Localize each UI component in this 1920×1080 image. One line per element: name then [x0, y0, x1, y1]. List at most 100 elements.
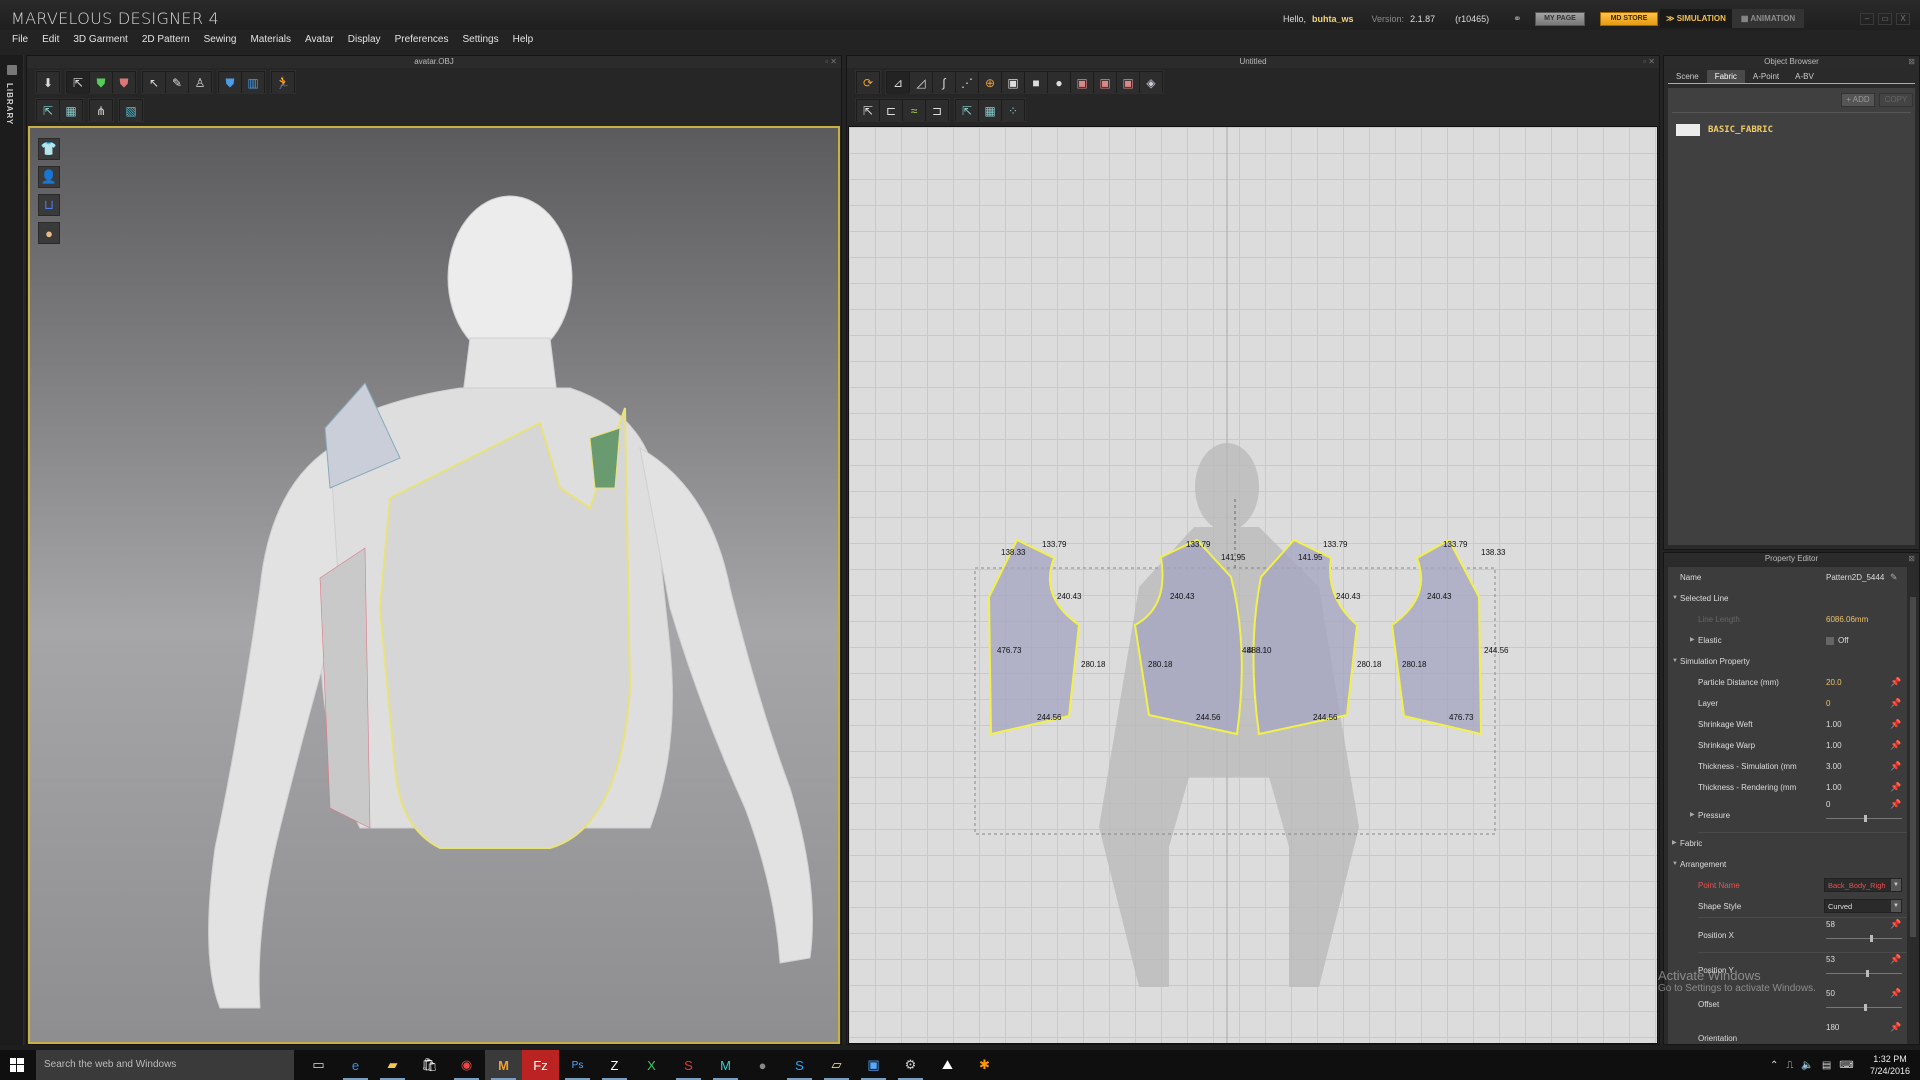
- edge-icon[interactable]: e: [337, 1050, 374, 1080]
- shape-style-dropdown[interactable]: Curved ▼: [1824, 899, 1902, 913]
- pin-icon[interactable]: 📌: [1890, 794, 1901, 815]
- edit-curve-point-icon[interactable]: ⋰: [956, 72, 978, 94]
- taskbar-search-input[interactable]: Search the web and Windows: [36, 1050, 294, 1080]
- rectangle-icon[interactable]: ■: [1025, 72, 1047, 94]
- tab-fabric[interactable]: Fabric: [1706, 70, 1745, 83]
- section-fabric[interactable]: ▶ Fabric: [1668, 833, 1907, 854]
- md-store-button[interactable]: MD STORE: [1600, 12, 1658, 26]
- skype-icon[interactable]: S: [781, 1050, 818, 1080]
- media-icon[interactable]: ●: [744, 1050, 781, 1080]
- task-view-icon[interactable]: ▭: [300, 1050, 337, 1080]
- menu-3d-garment[interactable]: 3D Garment: [66, 31, 134, 49]
- substance-icon[interactable]: S: [670, 1050, 707, 1080]
- pattern-name-value[interactable]: Pattern2D_5444: [1826, 567, 1884, 588]
- run-avatar-icon[interactable]: 🏃: [272, 72, 294, 94]
- edit-sewing-icon[interactable]: ⇱: [857, 100, 879, 122]
- menu-materials[interactable]: Materials: [243, 31, 298, 49]
- pin-icon[interactable]: 📌: [1890, 914, 1901, 935]
- filezilla-icon[interactable]: Fz: [522, 1050, 559, 1080]
- section-arrangement[interactable]: ▼ Arrangement: [1668, 854, 1907, 875]
- section-simulation-property[interactable]: ▼ Simulation Property: [1668, 651, 1907, 672]
- excel-icon[interactable]: X: [633, 1050, 670, 1080]
- particle-distance-input[interactable]: 20.0: [1826, 672, 1842, 693]
- slider-handle[interactable]: [1866, 970, 1870, 977]
- mesh-grid-icon[interactable]: ▦: [60, 100, 82, 122]
- pin-select-icon[interactable]: ↖: [143, 72, 165, 94]
- fold-arrangement-icon[interactable]: ⋔: [90, 100, 112, 122]
- panel-close-icon[interactable]: ▫ ✕: [825, 56, 837, 68]
- dart-icon[interactable]: ◈: [1140, 72, 1162, 94]
- position-y-slider[interactable]: [1826, 970, 1902, 977]
- pin-icon[interactable]: 📌: [1890, 1017, 1901, 1038]
- close-button[interactable]: X: [1896, 13, 1910, 25]
- garment-icon[interactable]: 👕: [38, 138, 60, 160]
- 2d-pattern-viewport[interactable]: 138.33 133.79 240.43 476.73 280.18 244.56 133.…: [848, 126, 1658, 1044]
- menu-edit[interactable]: Edit: [35, 31, 66, 49]
- remove-garment-icon[interactable]: ⛊: [113, 72, 135, 94]
- pressure-slider[interactable]: [1826, 815, 1902, 822]
- fabric-list-item[interactable]: BASIC_FABRIC: [1676, 124, 1773, 136]
- scrollbar-thumb[interactable]: [1910, 597, 1916, 937]
- username[interactable]: buhta_ws: [1312, 14, 1354, 24]
- edit-icon[interactable]: ✎: [1890, 567, 1898, 588]
- shrinkage-warp-input[interactable]: 1.00: [1826, 735, 1842, 756]
- pin-icon[interactable]: 📌: [1890, 735, 1901, 756]
- menu-file[interactable]: File: [0, 31, 35, 49]
- shrinkage-weft-input[interactable]: 1.00: [1826, 714, 1842, 735]
- panel-close-icon[interactable]: ⊠: [1908, 553, 1915, 565]
- tab-animation[interactable]: ▦ ANIMATION: [1732, 9, 1804, 28]
- pin-icon[interactable]: 📌: [1890, 983, 1901, 1004]
- pattern-outline[interactable]: [987, 538, 1081, 736]
- network-icon[interactable]: ⚙: [892, 1050, 929, 1080]
- property-scrollbar[interactable]: [1908, 567, 1918, 1044]
- copy-fabric-button[interactable]: COPY: [1879, 93, 1913, 107]
- zbrush-icon[interactable]: Z: [596, 1050, 633, 1080]
- head-icon[interactable]: ●: [38, 222, 60, 244]
- layer-input[interactable]: 0: [1826, 693, 1830, 714]
- chevron-up-icon[interactable]: ⌃: [1770, 1060, 1778, 1071]
- thickness-sim-input[interactable]: 3.00: [1826, 756, 1842, 777]
- tab-a-point[interactable]: A-Point: [1744, 70, 1788, 83]
- offset-slider[interactable]: [1826, 1004, 1902, 1011]
- section-selected-line[interactable]: ▼ Selected Line: [1668, 588, 1907, 609]
- expand-icon[interactable]: ▶: [1690, 630, 1695, 651]
- file-explorer-icon[interactable]: ▰: [374, 1050, 411, 1080]
- chrome-icon[interactable]: ◉: [448, 1050, 485, 1080]
- edit-texture-icon[interactable]: ▧: [120, 100, 142, 122]
- panel-close-icon[interactable]: ⊠: [1908, 56, 1915, 68]
- image-icon[interactable]: ⛰: [929, 1050, 966, 1080]
- library-toggle[interactable]: LIBRARY: [0, 55, 24, 1045]
- menu-2d-pattern[interactable]: 2D Pattern: [135, 31, 197, 49]
- tack-arrangement-icon[interactable]: ▥: [242, 72, 264, 94]
- avatar-pin-icon[interactable]: ♙: [189, 72, 211, 94]
- pin-garment-icon[interactable]: ✎: [166, 72, 188, 94]
- internal-polygon-icon[interactable]: ▣: [1071, 72, 1093, 94]
- maya-icon[interactable]: M: [707, 1050, 744, 1080]
- pin-icon[interactable]: 📌: [1890, 949, 1901, 970]
- edit-texture-2d-icon[interactable]: ⇱: [956, 100, 978, 122]
- marvelous-designer-icon[interactable]: M: [485, 1050, 522, 1080]
- photoshop-icon[interactable]: Ps: [559, 1050, 596, 1080]
- menu-display[interactable]: Display: [341, 31, 388, 49]
- orientation-input[interactable]: 180: [1826, 1017, 1839, 1038]
- add-point-icon[interactable]: ⊕: [979, 72, 1001, 94]
- pattern-piece-front-right[interactable]: 133.79 138.33 240.43 280.18 476.73 244.56: [1390, 538, 1509, 736]
- polygon-icon[interactable]: ▣: [1002, 72, 1024, 94]
- keyboard-icon[interactable]: ⌨: [1839, 1060, 1853, 1071]
- slider-handle[interactable]: [1870, 935, 1874, 942]
- pattern-piece-front-left[interactable]: 138.33 133.79 240.43 476.73 280.18 244.56: [987, 538, 1106, 736]
- arrangement-icon[interactable]: ⊔: [38, 194, 60, 216]
- select-mesh-icon[interactable]: ⇱: [37, 100, 59, 122]
- edit-graphic-icon[interactable]: ⁘: [1002, 100, 1024, 122]
- arrow-down-icon[interactable]: ⬇: [37, 72, 59, 94]
- avatar-icon[interactable]: 👤: [38, 166, 60, 188]
- pin-icon[interactable]: 📌: [1890, 756, 1901, 777]
- 3d-viewport[interactable]: 👕 👤 ⊔ ●: [28, 126, 840, 1044]
- edit-curvature-icon[interactable]: ∫: [933, 72, 955, 94]
- slider-handle[interactable]: [1864, 815, 1867, 822]
- store-icon[interactable]: 🛍: [411, 1050, 448, 1080]
- pattern-outline[interactable]: [1252, 538, 1359, 736]
- free-sewing-icon[interactable]: ≈: [903, 100, 925, 122]
- minimize-button[interactable]: –: [1860, 13, 1874, 25]
- menu-avatar[interactable]: Avatar: [298, 31, 341, 49]
